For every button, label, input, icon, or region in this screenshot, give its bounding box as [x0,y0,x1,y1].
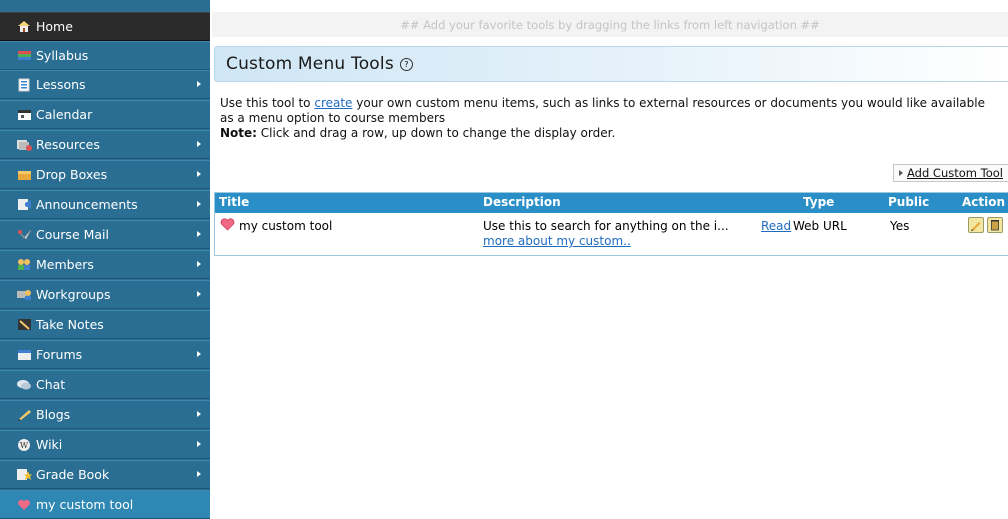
wiki-icon: W [16,438,32,452]
books-icon [16,49,32,63]
sidebar-item-label: Forums [36,347,83,362]
sidebar-item-wiki[interactable]: W Wiki [0,430,210,459]
sidebar-nav: Home Syllabus Lessons Calendar Resources… [0,0,210,519]
sidebar-item-resources[interactable]: Resources [0,130,210,159]
add-custom-tool-button[interactable]: Add Custom Tool [893,164,1008,182]
column-header-description: Description [483,195,561,209]
favorites-hint: ## Add your favorite tools by dragging t… [400,17,820,32]
heart-icon [220,218,235,235]
description-text: Use this tool to [220,96,315,110]
custom-tools-table: Title Description Type Public Action my … [214,192,1008,256]
read-more-link[interactable]: Read [761,219,791,233]
sidebar-item-label: Announcements [36,197,138,212]
more-about-link[interactable]: more about my custom.. [483,234,631,248]
column-header-title: Title [219,195,250,209]
sidebar-item-label: Wiki [36,437,63,452]
sidebar-item-syllabus[interactable]: Syllabus [0,41,210,70]
submenu-arrow-icon [197,231,201,237]
workgroups-icon [16,288,32,302]
sidebar-item-label: my custom tool [36,497,134,512]
blogs-icon [16,408,32,422]
sidebar-item-drop-boxes[interactable]: Drop Boxes [0,160,210,189]
delete-icon[interactable] [987,217,1003,233]
sidebar-item-label: Course Mail [36,227,110,242]
sidebar-item-label: Chat [36,377,66,392]
sidebar-item-label: Workgroups [36,287,111,302]
sidebar-item-label: Resources [36,137,100,152]
submenu-arrow-icon [197,81,201,87]
sidebar-item-take-notes[interactable]: Take Notes [0,310,210,339]
sidebar-item-label: Home [36,19,73,34]
create-link[interactable]: create [314,96,352,110]
help-icon[interactable]: ? [399,57,413,71]
sidebar-item-label: Take Notes [36,317,104,332]
tool-description: Use this to search for anything on the i… [483,219,729,233]
submenu-arrow-icon [197,141,201,147]
table-header: Title Description Type Public Action [215,193,1008,213]
top-strip [212,0,1008,12]
sidebar-item-lessons[interactable]: Lessons [0,70,210,99]
svg-text:W: W [20,441,29,450]
forums-icon [16,348,32,362]
page-description: Use this tool to create your own custom … [220,96,1000,141]
sidebar-item-label: Grade Book [36,467,110,482]
sidebar-item-label: Blogs [36,407,71,422]
sidebar-item-home[interactable]: Home [0,12,210,41]
sidebar-item-chat[interactable]: Chat [0,370,210,399]
dropbox-icon [16,168,32,182]
gradebook-icon [16,468,32,482]
page-header: Custom Menu Tools ? [214,46,1008,82]
sidebar-item-label: Calendar [36,107,93,122]
sidebar-item-label: Syllabus [36,48,89,63]
submenu-arrow-icon [197,471,201,477]
resources-icon [16,138,32,152]
sidebar-item-announcements[interactable]: Announcements [0,190,210,219]
page-title: Custom Menu Tools [226,54,394,74]
submenu-arrow-icon [197,441,201,447]
chat-icon [16,378,32,392]
home-icon [16,20,32,34]
favorites-dropzone[interactable]: ## Add your favorite tools by dragging t… [212,12,1008,37]
tool-title: my custom tool [239,219,333,233]
play-arrow-icon [899,170,903,176]
calendar-icon [16,108,32,122]
edit-icon[interactable] [968,217,984,233]
sidebar-item-label: Drop Boxes [36,167,108,182]
table-row[interactable]: my custom tool Use this to search for an… [215,213,1008,255]
submenu-arrow-icon [197,201,201,207]
notes-icon [16,318,32,332]
submenu-arrow-icon [197,411,201,417]
note-text: Click and drag a row, up down to change … [256,126,616,140]
members-icon [16,258,32,272]
sidebar-item-label: Lessons [36,77,86,92]
sidebar-item-blogs[interactable]: Blogs [0,400,210,429]
column-header-public: Public [888,195,930,209]
submenu-arrow-icon [197,261,201,267]
add-custom-tool-label: Add Custom Tool [907,166,1003,180]
sidebar-item-grade-book[interactable]: Grade Book [0,460,210,489]
submenu-arrow-icon [197,171,201,177]
sidebar-item-members[interactable]: Members [0,250,210,279]
note-label: Note: [220,126,257,140]
submenu-arrow-icon [197,351,201,357]
sidebar-item-my-custom-tool[interactable]: my custom tool [0,490,210,519]
announcement-icon [16,198,32,212]
sidebar-item-calendar[interactable]: Calendar [0,100,210,129]
document-icon [16,78,32,92]
tool-public: Yes [890,219,910,233]
sidebar-item-forums[interactable]: Forums [0,340,210,369]
sidebar-item-course-mail[interactable]: Course Mail [0,220,210,249]
column-header-type: Type [803,195,835,209]
heart-icon [16,498,32,512]
sidebar-item-label: Members [36,257,94,272]
mail-icon [16,228,32,242]
submenu-arrow-icon [197,291,201,297]
sidebar-item-workgroups[interactable]: Workgroups [0,280,210,309]
column-header-action: Action [962,195,1006,209]
tool-type: Web URL [793,219,847,233]
